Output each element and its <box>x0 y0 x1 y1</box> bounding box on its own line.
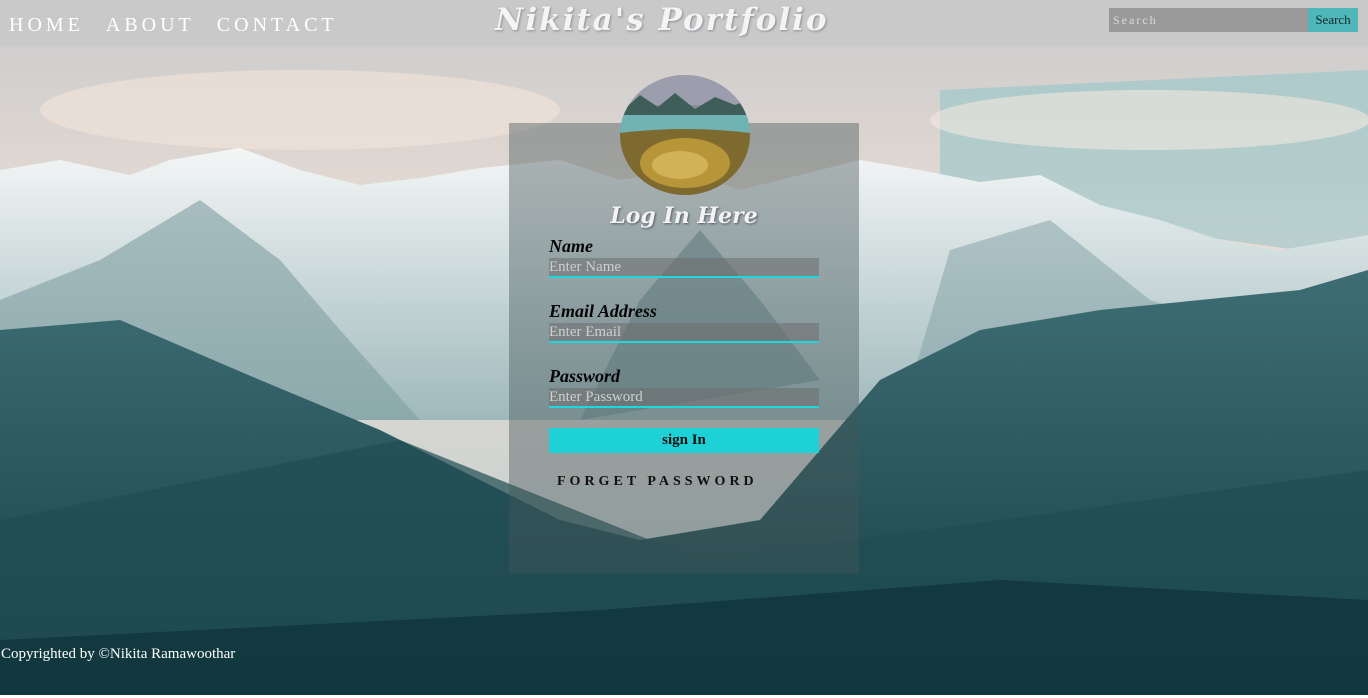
search-input[interactable] <box>1109 8 1308 32</box>
password-input[interactable] <box>549 388 819 408</box>
email-label: Email Address <box>549 301 657 321</box>
nav-home-link[interactable]: HOME <box>9 12 84 38</box>
site-title: Nikita's Portfolio <box>495 2 829 38</box>
mountain-lake-photo-icon <box>620 75 750 195</box>
name-input[interactable] <box>549 258 819 278</box>
footer-copyright: Copyrighted by ©Nikita Ramawoothar <box>1 646 236 662</box>
nav-contact-link[interactable]: CONTACT <box>217 12 338 38</box>
nav-about-link[interactable]: ABOUT <box>106 12 195 38</box>
top-navbar: HOME ABOUT CONTACT Nikita's Portfolio Se… <box>0 0 1368 46</box>
avatar <box>620 75 750 195</box>
sign-in-button[interactable]: sign In <box>549 428 819 453</box>
main-nav: HOME ABOUT CONTACT <box>9 12 338 38</box>
name-label: Name <box>549 236 593 256</box>
search-button[interactable]: Search <box>1308 8 1358 32</box>
password-label: Password <box>549 366 621 386</box>
login-heading: Log In Here <box>610 203 758 229</box>
email-input[interactable] <box>549 323 819 343</box>
search-bar: Search <box>1109 8 1358 32</box>
forget-password-link[interactable]: FORGET PASSWORD <box>557 474 758 490</box>
